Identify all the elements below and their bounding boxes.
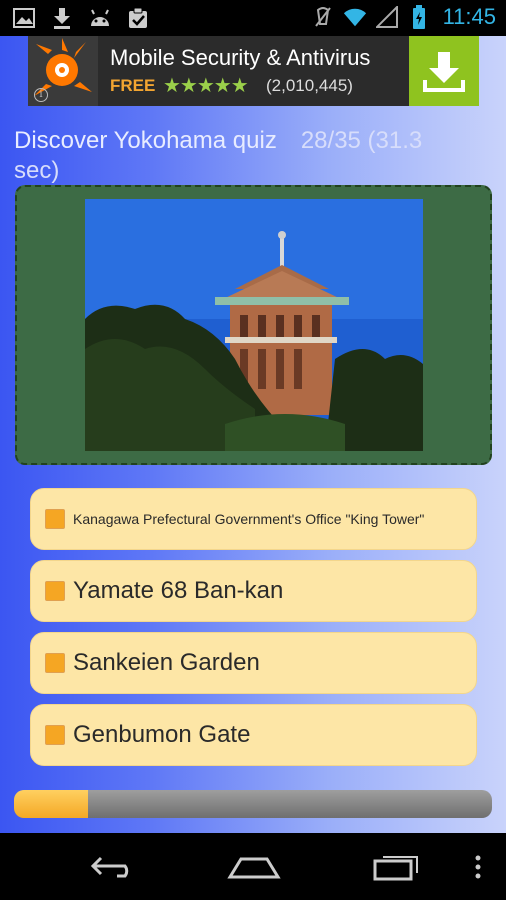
answer-checkbox[interactable] (45, 653, 65, 673)
battery-icon (407, 5, 431, 29)
answer-option-1[interactable]: Kanagawa Prefectural Government's Office… (30, 488, 477, 550)
answer-label: Sankeien Garden (73, 649, 260, 676)
answer-label: Genbumon Gate (73, 721, 251, 748)
download-icon (50, 6, 74, 30)
answer-label: Kanagawa Prefectural Government's Office… (73, 510, 425, 527)
quiz-name: Discover Yokohama quiz (14, 127, 277, 154)
clock-time: 11:45 (442, 4, 496, 29)
app-screen: i Mobile Security & Antivirus FREE ★★★★★… (0, 36, 506, 833)
recent-apps-button[interactable] (370, 851, 422, 883)
answer-option-3[interactable]: Sankeien Garden (30, 632, 477, 694)
answer-checkbox[interactable] (45, 581, 65, 601)
status-bar: 11:45 (0, 0, 506, 36)
answer-option-4[interactable]: Genbumon Gate (30, 704, 477, 766)
wifi-icon (343, 5, 367, 29)
ad-download-button[interactable] (409, 36, 479, 106)
ad-title: Mobile Security & Antivirus (110, 45, 371, 70)
navigation-bar (0, 833, 506, 900)
question-photo (85, 199, 423, 451)
time-progress-bar (14, 790, 492, 818)
ad-price: FREE (110, 76, 156, 95)
question-image-frame (15, 185, 492, 465)
home-icon (227, 857, 281, 879)
android-icon (88, 6, 112, 30)
answer-option-2[interactable]: Yamate 68 Ban-kan (30, 560, 477, 622)
answer-checkbox[interactable] (45, 725, 65, 745)
ad-rating-count: (2,010,445) (266, 76, 353, 95)
ad-info-icon[interactable]: i (34, 88, 48, 102)
ad-rating-stars: ★★★★★ (163, 75, 249, 97)
recent-apps-icon (373, 856, 418, 881)
time-progress-fill (14, 790, 89, 818)
overflow-menu-button[interactable] (470, 851, 486, 883)
gallery-icon (12, 6, 36, 30)
back-button[interactable] (88, 851, 140, 883)
download-icon (423, 52, 465, 92)
ad-banner[interactable]: i Mobile Security & Antivirus FREE ★★★★★… (28, 36, 479, 106)
home-button[interactable] (227, 851, 281, 883)
overflow-menu-icon (475, 855, 481, 879)
answer-label: Yamate 68 Ban-kan (73, 577, 284, 604)
back-icon (90, 856, 129, 878)
clipboard-icon (126, 6, 150, 30)
quiz-title: Discover Yokohama quiz 28/35 (31.3 sec) (14, 126, 464, 186)
mute-icon (311, 5, 335, 29)
signal-icon (375, 5, 399, 29)
answer-checkbox[interactable] (45, 509, 65, 529)
